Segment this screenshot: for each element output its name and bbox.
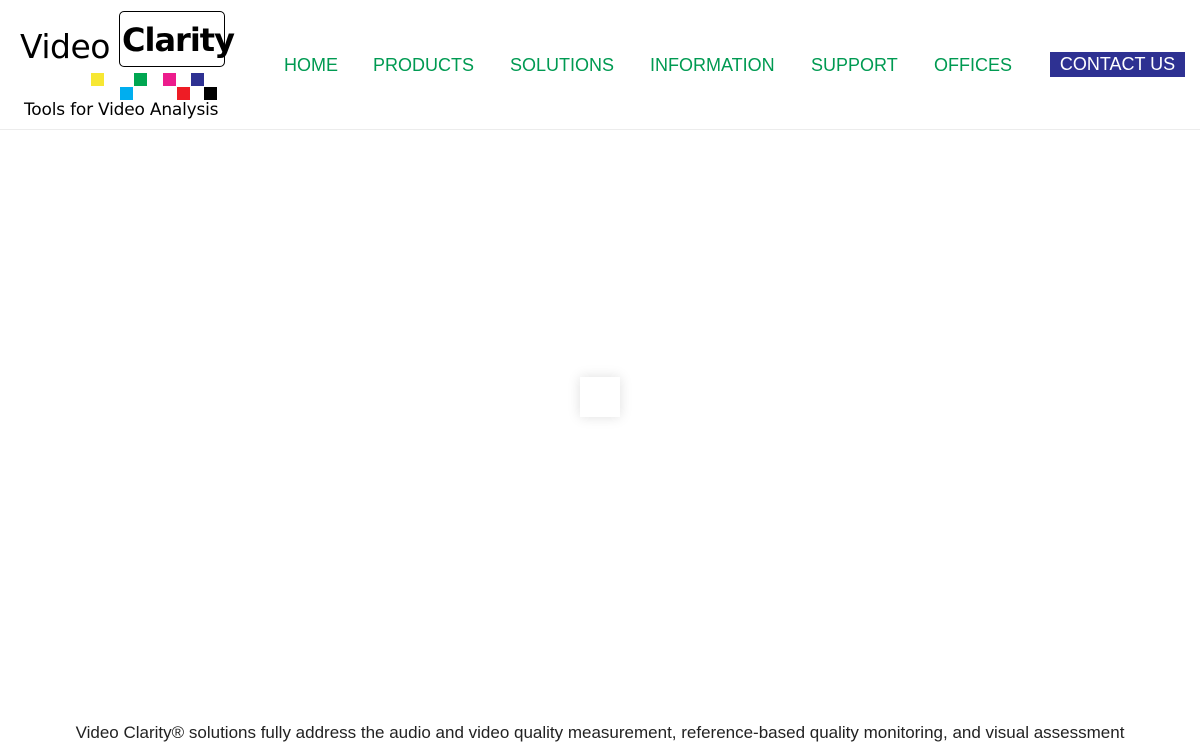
logo-square-green [134, 73, 147, 86]
logo[interactable]: Video Clarity Tools for Video Analysis [18, 10, 235, 125]
logo-square-blue [191, 73, 204, 86]
logo-square-cyan [120, 87, 133, 100]
nav-home[interactable]: HOME [284, 52, 338, 78]
contact-us-button[interactable]: CONTACT US [1050, 52, 1185, 77]
page: Video Clarity Tools for Video Analysis H… [0, 0, 1200, 750]
loading-spinner [580, 377, 620, 417]
nav-offices[interactable]: OFFICES [934, 52, 1012, 78]
logo-square-magenta [163, 73, 176, 86]
intro-text: Video Clarity® solutions fully address t… [75, 723, 1125, 742]
logo-tagline: Tools for Video Analysis [24, 100, 219, 120]
logo-word-video: Video [20, 27, 110, 66]
nav-products[interactable]: PRODUCTS [373, 52, 474, 78]
nav-information[interactable]: INFORMATION [650, 52, 775, 78]
site-header: Video Clarity Tools for Video Analysis H… [0, 0, 1200, 130]
nav-support[interactable]: SUPPORT [811, 52, 898, 78]
nav-solutions[interactable]: SOLUTIONS [510, 52, 614, 78]
logo-square-black [204, 87, 217, 100]
logo-square-red [177, 87, 190, 100]
hero-area [0, 131, 1200, 711]
logo-word-clarity: Clarity [122, 21, 235, 59]
logo-square-yellow [91, 73, 104, 86]
